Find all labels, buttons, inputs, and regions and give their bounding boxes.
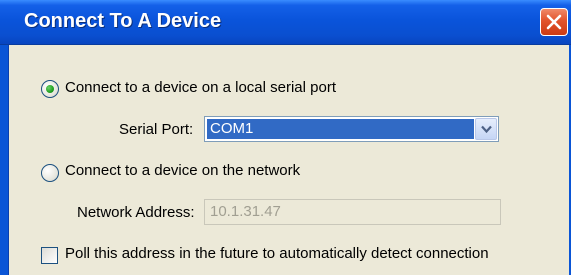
poll-address-label[interactable]: Poll this address in the future to autom…: [65, 245, 489, 262]
network-address-input[interactable]: 10.1.31.47: [204, 199, 501, 225]
network-radio-label[interactable]: Connect to a device on the network: [65, 162, 300, 179]
serial-port-label: Serial Port:: [119, 121, 194, 138]
network-address-label: Network Address:: [77, 204, 195, 221]
network-radio[interactable]: [41, 164, 59, 182]
serial-port-radio[interactable]: [41, 80, 59, 98]
dialog-window: Connect To A Device Connect to a device …: [0, 0, 571, 275]
close-button[interactable]: [540, 8, 568, 36]
window-title: Connect To A Device: [24, 10, 222, 32]
close-icon: [546, 14, 562, 30]
chevron-down-icon: [481, 125, 492, 134]
dialog-body: Connect to a device on a local serial po…: [8, 45, 569, 275]
poll-address-checkbox[interactable]: [41, 247, 58, 264]
dropdown-button[interactable]: [475, 118, 497, 140]
serial-port-value: COM1: [207, 119, 474, 139]
serial-port-radio-label[interactable]: Connect to a device on a local serial po…: [65, 79, 336, 96]
title-bar[interactable]: Connect To A Device: [0, 0, 571, 45]
serial-port-select[interactable]: COM1: [204, 116, 499, 142]
radio-selected-dot: [46, 85, 54, 93]
